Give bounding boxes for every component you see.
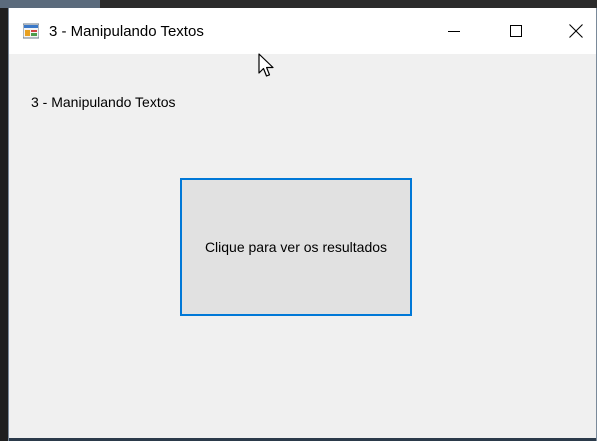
winforms-app-icon[interactable] (23, 23, 39, 39)
maximize-button[interactable] (491, 8, 541, 54)
form-label: 3 - Manipulando Textos (31, 94, 176, 110)
close-icon (569, 24, 583, 38)
app-window: 3 - Manipulando Textos 3 - Manipulando T… (8, 8, 597, 441)
mouse-cursor-icon (258, 53, 274, 77)
maximize-icon (510, 25, 522, 37)
minimize-icon (448, 31, 460, 32)
taskbar-accent (0, 0, 100, 8)
form-body: 3 - Manipulando Textos Clique para ver o… (9, 54, 596, 441)
desktop-background (0, 0, 597, 8)
window-title: 3 - Manipulando Textos (49, 23, 204, 40)
minimize-button[interactable] (429, 8, 479, 54)
show-results-button[interactable]: Clique para ver os resultados (180, 178, 412, 316)
close-button[interactable] (551, 8, 597, 54)
title-bar[interactable]: 3 - Manipulando Textos (9, 8, 596, 54)
